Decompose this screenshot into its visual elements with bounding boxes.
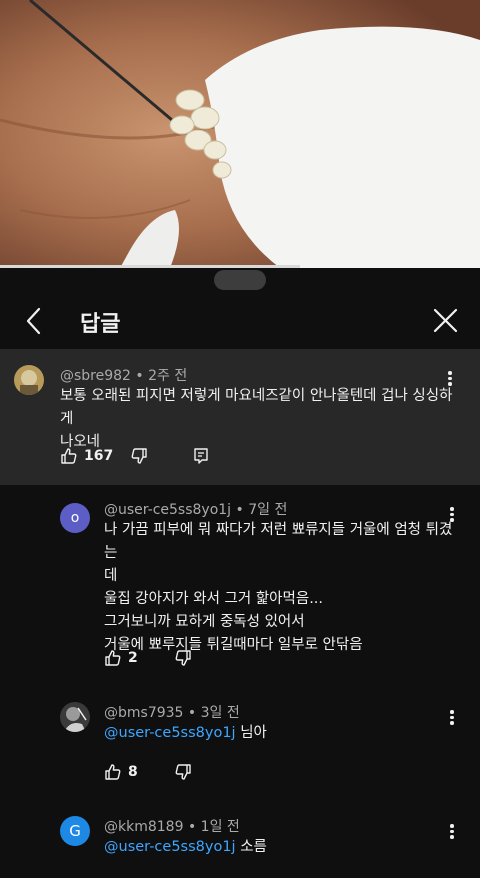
comment-icon bbox=[194, 448, 208, 464]
dot bbox=[448, 376, 452, 380]
page-title: 답글 bbox=[80, 312, 121, 337]
comment-line: 그거보니까 묘하게 중독성 있어서 bbox=[104, 614, 305, 630]
like-count: 167 bbox=[84, 448, 114, 464]
meta-separator: • bbox=[235, 502, 244, 518]
comment-text: @user-ce5ss8yo1j 님아 bbox=[104, 722, 454, 745]
comment-line: 소름 bbox=[240, 839, 267, 855]
comment-time: 3일 전 bbox=[200, 705, 240, 721]
comment-actions: 8 bbox=[104, 760, 224, 784]
panel-header: 답글 bbox=[0, 296, 480, 346]
meta-separator: • bbox=[187, 705, 197, 721]
comment-line: 님아 bbox=[240, 725, 267, 741]
avatar[interactable]: o bbox=[60, 503, 90, 533]
author-name[interactable]: @bms7935 bbox=[104, 705, 183, 721]
reply-comment: o @user-ce5ss8yo1j • 7일 전 나 가끔 피부에 뭐 짜다가… bbox=[0, 497, 480, 687]
meta-separator: • bbox=[135, 368, 144, 384]
comment-text: @user-ce5ss8yo1j 소름 bbox=[104, 836, 454, 859]
dot bbox=[450, 512, 454, 516]
author-name[interactable]: @user-ce5ss8yo1j bbox=[104, 502, 231, 518]
author-name[interactable]: @sbre982 bbox=[60, 368, 131, 384]
dislike-button[interactable] bbox=[174, 760, 192, 784]
comment-line: 데 bbox=[104, 568, 118, 584]
back-button[interactable] bbox=[20, 304, 50, 338]
comment-time: 7일 전 bbox=[248, 502, 288, 518]
comment-line: 나 가끔 피부에 뭐 짜다가 저런 뾰류지들 거울에 엄청 튀겼는 bbox=[104, 522, 453, 561]
comment-meta: @kkm8189 • 1일 전 bbox=[104, 816, 240, 836]
comment-time: 2주 전 bbox=[148, 368, 188, 384]
thumbs-down-icon bbox=[175, 650, 191, 666]
thumbs-up-icon bbox=[105, 764, 121, 780]
thumbs-down-icon bbox=[175, 764, 191, 780]
reply-comment: @bms7935 • 3일 전 @user-ce5ss8yo1j 님아 8 bbox=[0, 700, 480, 790]
comment-time: 1일 전 bbox=[200, 819, 240, 835]
author-name[interactable]: @kkm8189 bbox=[104, 819, 183, 835]
avatar[interactable] bbox=[14, 365, 44, 395]
avatar-letter: G bbox=[69, 822, 81, 840]
thumbs-up-icon bbox=[61, 448, 77, 464]
comment-meta: @user-ce5ss8yo1j • 7일 전 bbox=[104, 499, 287, 519]
reply-button[interactable] bbox=[192, 444, 210, 468]
comment-line: 울집 강아지가 와서 그거 핥아먹음... bbox=[104, 591, 324, 607]
close-icon bbox=[433, 308, 458, 333]
like-button[interactable]: 167 bbox=[60, 444, 113, 468]
dot bbox=[450, 829, 454, 833]
comment-actions: 167 bbox=[60, 444, 220, 468]
dot bbox=[450, 824, 454, 828]
like-button[interactable]: 2 bbox=[104, 646, 138, 670]
dot bbox=[450, 715, 454, 719]
avatar-letter: o bbox=[70, 510, 80, 526]
dislike-button[interactable] bbox=[130, 444, 148, 468]
like-button[interactable]: 8 bbox=[104, 760, 138, 784]
comment-line: 보통 오래된 피지면 저렇게 마요네즈같이 안나올텐데 겁나 싱싱하게 bbox=[60, 388, 453, 427]
meta-separator: • bbox=[187, 819, 197, 835]
avatar[interactable] bbox=[60, 702, 90, 732]
comment-actions: 2 bbox=[104, 646, 224, 670]
comment-meta: @sbre982 • 2주 전 bbox=[60, 365, 187, 385]
close-button[interactable] bbox=[430, 304, 462, 338]
dislike-button[interactable] bbox=[174, 646, 192, 670]
dot bbox=[450, 507, 454, 511]
comment-meta: @bms7935 • 3일 전 bbox=[104, 702, 240, 722]
like-count: 8 bbox=[128, 764, 138, 780]
parent-comment: @sbre982 • 2주 전 보통 오래된 피지면 저렇게 마요네즈같이 안나… bbox=[0, 349, 480, 485]
thumbs-down-icon bbox=[131, 448, 147, 464]
avatar-image bbox=[60, 702, 90, 732]
like-count: 2 bbox=[128, 650, 138, 666]
chevron-left-icon bbox=[26, 307, 41, 335]
mention-link[interactable]: @user-ce5ss8yo1j bbox=[104, 725, 236, 741]
avatar-image bbox=[14, 365, 44, 395]
video-player[interactable] bbox=[0, 0, 480, 268]
reply-comment: G @kkm8189 • 1일 전 @user-ce5ss8yo1j 소름 bbox=[0, 814, 480, 878]
dot bbox=[448, 371, 452, 375]
dot bbox=[450, 710, 454, 714]
comment-text: 나 가끔 피부에 뭐 짜다가 저런 뾰류지들 거울에 엄청 튀겼는 데 울집 강… bbox=[104, 519, 454, 657]
thumbs-up-icon bbox=[105, 650, 121, 666]
avatar[interactable]: G bbox=[60, 816, 90, 846]
video-frame bbox=[0, 0, 480, 268]
drag-handle[interactable] bbox=[214, 270, 266, 290]
mention-link[interactable]: @user-ce5ss8yo1j bbox=[104, 839, 236, 855]
